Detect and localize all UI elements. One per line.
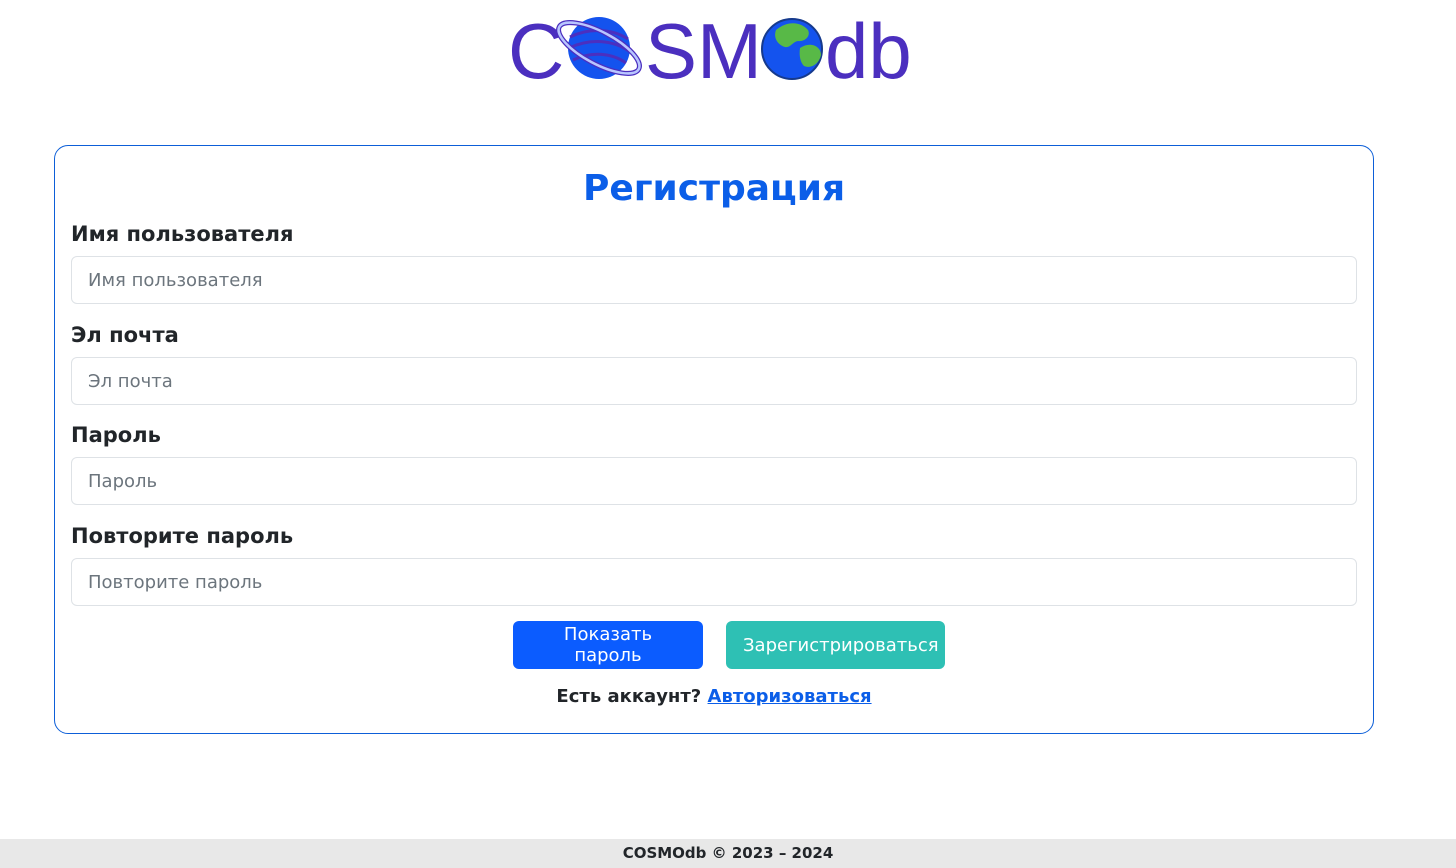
logo-letter-c: C xyxy=(508,8,564,92)
repeat-password-input[interactable] xyxy=(71,558,1357,606)
cosmodb-logo[interactable]: C SM db xyxy=(508,8,928,92)
register-button[interactable]: Зарегистрироваться xyxy=(726,621,945,669)
saturn-planet-icon xyxy=(556,17,642,79)
earth-planet-icon xyxy=(761,18,823,80)
repeat-password-label: Повторите пароль xyxy=(71,524,294,548)
email-input[interactable] xyxy=(71,357,1357,405)
login-prompt: Есть аккаунт? Авторизоваться xyxy=(55,686,1373,707)
registration-card: Регистрация Имя пользователя Эл почта Па… xyxy=(54,145,1374,734)
show-password-button[interactable]: Показать пароль xyxy=(513,621,703,669)
login-link[interactable]: Авторизоваться xyxy=(708,686,872,707)
footer: COSMOdb © 2023 – 2024 xyxy=(0,839,1456,868)
account-prompt-text: Есть аккаунт? xyxy=(556,686,702,707)
logo-letters-sm: SM xyxy=(645,8,762,92)
username-label: Имя пользователя xyxy=(71,222,294,246)
email-label: Эл почта xyxy=(71,323,179,347)
page-title: Регистрация xyxy=(582,168,846,209)
username-input[interactable] xyxy=(71,256,1357,304)
password-label: Пароль xyxy=(71,423,161,447)
password-input[interactable] xyxy=(71,457,1357,505)
logo-letters-db: db xyxy=(825,8,912,92)
